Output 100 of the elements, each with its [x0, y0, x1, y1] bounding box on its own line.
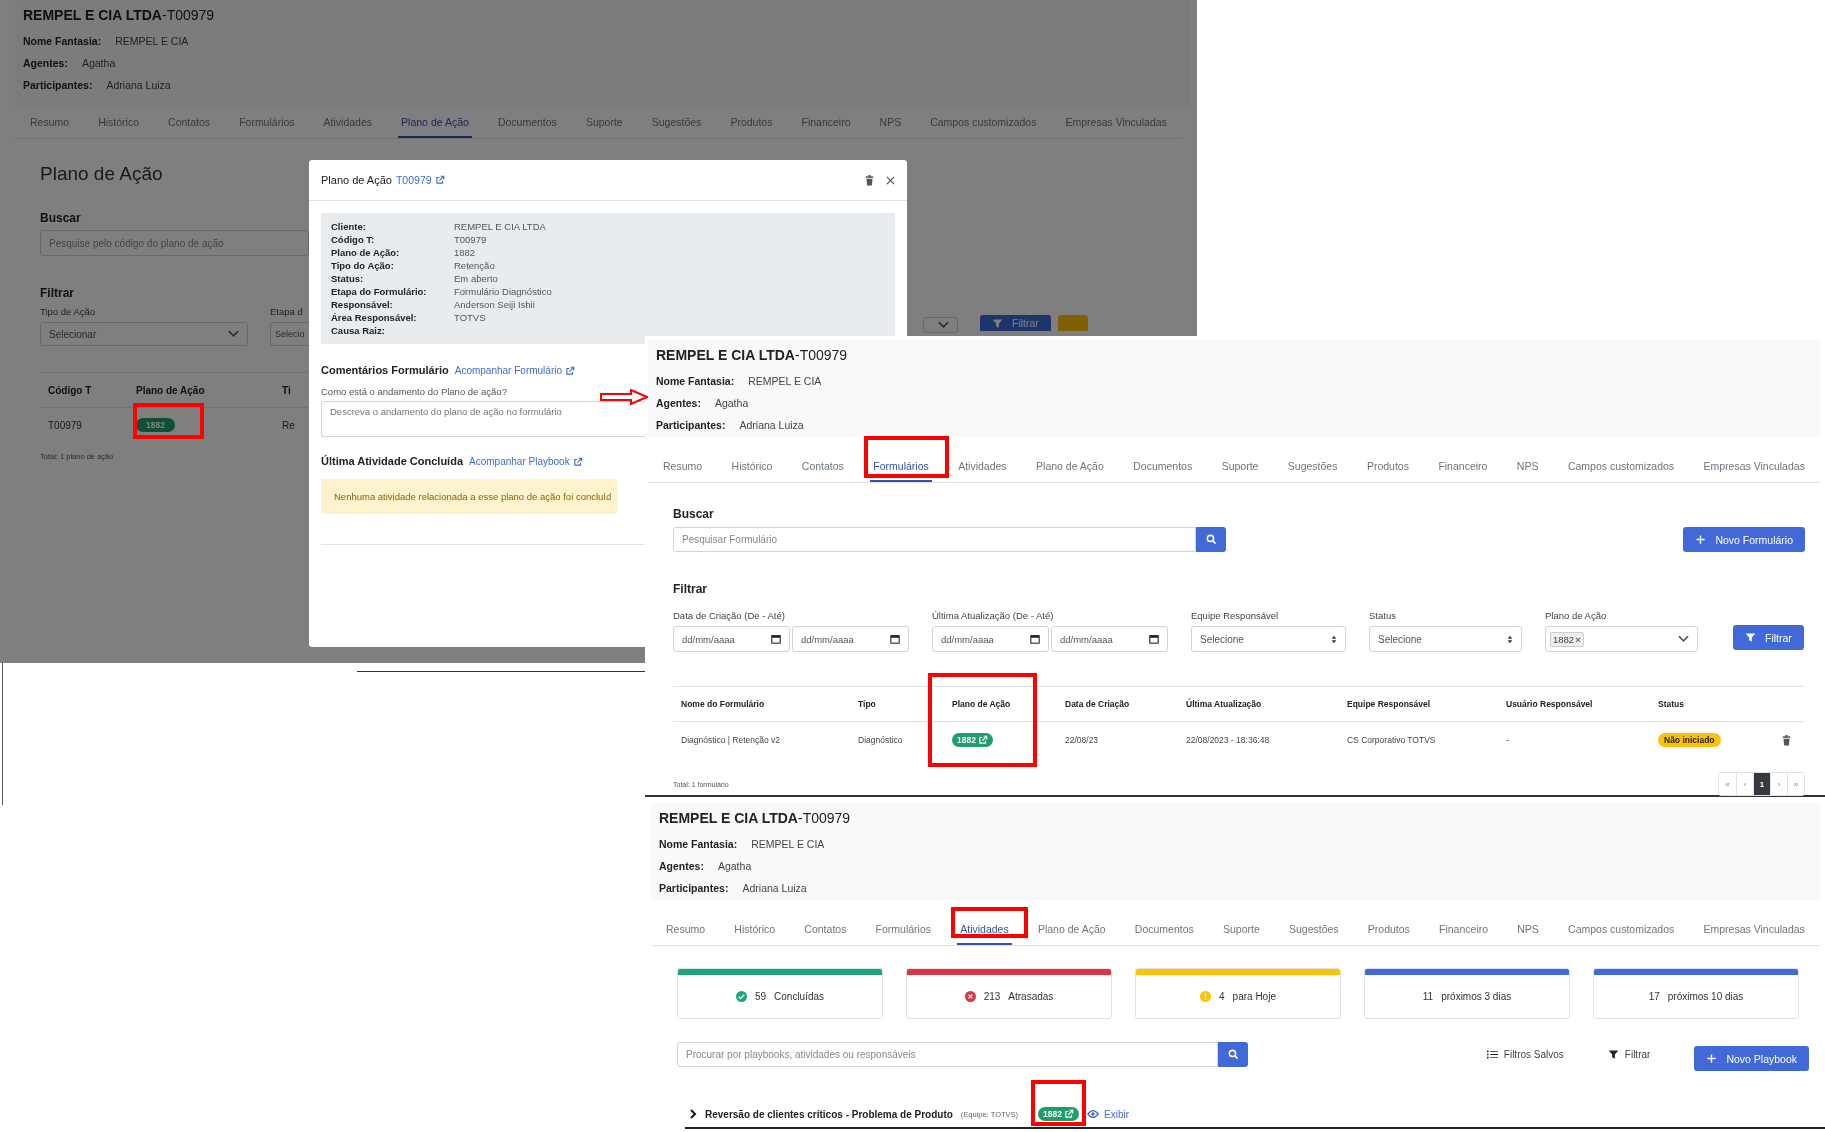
filter-button[interactable]: Filtrar [980, 315, 1051, 331]
table-cell-text: Diagnóstico | Retenção v2 [681, 735, 782, 745]
tab[interactable]: Financeiro [798, 107, 854, 138]
tab[interactable]: Documentos [1130, 451, 1196, 482]
tab[interactable]: Formulários [236, 107, 298, 138]
tab[interactable]: Atividades [955, 451, 1010, 482]
tab[interactable]: NPS [1514, 914, 1542, 945]
select-field[interactable]: 1882× [1545, 626, 1698, 652]
detail-label: Status: [331, 273, 365, 284]
new-playbook-button[interactable]: Novo Playbook [1694, 1046, 1809, 1071]
comment-field[interactable]: Descreva o andamento do plano de ação no formulário [321, 401, 645, 437]
tab[interactable]: Formulários [872, 914, 935, 945]
tab[interactable]: Documentos [1131, 914, 1197, 945]
tab[interactable]: Documentos [494, 107, 560, 138]
tab[interactable]: Resumo [663, 914, 709, 945]
tab[interactable]: Histórico [728, 451, 776, 482]
playbook-title[interactable]: Reversão de clientes críticos - Problema de Produto [705, 1108, 953, 1120]
column-header: Plano de Ação [952, 699, 1012, 709]
tab[interactable]: Empresas Vinculadas [1700, 451, 1808, 482]
plan-badge[interactable]: 1882 [1038, 1107, 1080, 1121]
table-cell-text: Diagnóstico [858, 735, 904, 745]
plan-badge[interactable]: 1882 [952, 733, 993, 747]
new-form-button[interactable]: Novo Formulário [1683, 527, 1805, 552]
column-header: Código T [48, 384, 93, 396]
select-field[interactable] [923, 317, 958, 333]
code-link[interactable]: T00979 [395, 174, 445, 186]
tab[interactable]: NPS [876, 107, 905, 138]
summary-card[interactable]: 17 próximos 10 dias [1593, 968, 1799, 1019]
filter-button[interactable]: Filtrar [1733, 625, 1804, 650]
field-label: Nome Fantasia: [656, 375, 735, 387]
date-field[interactable]: dd/mm/aaaa [792, 626, 909, 652]
summary-card[interactable]: 4 para Hoje [1135, 968, 1341, 1019]
card-label: Atrasadas [1008, 991, 1054, 1002]
summary-card[interactable]: 213 Atrasadas [906, 968, 1112, 1019]
tab[interactable]: Campos customizados [1565, 914, 1678, 945]
tab[interactable]: Resumo [660, 451, 706, 482]
saved-filters-button[interactable]: Filtros Salvos [1486, 1049, 1564, 1060]
view-link[interactable]: Exibir [1087, 1108, 1130, 1120]
tab[interactable]: Contatos [165, 107, 214, 138]
card-label: próximos 10 dias [1667, 991, 1744, 1002]
trash-icon[interactable] [1782, 734, 1791, 746]
detail-label: Plano de Ação: [331, 247, 401, 258]
calendar-icon [1030, 634, 1040, 644]
select-field[interactable]: Selecio [270, 322, 309, 346]
info-alert: Nenhuma atividade relacionada a esse plano de ação foi concluíd [321, 479, 617, 514]
close-icon[interactable] [886, 175, 895, 185]
tab[interactable]: Campos customizados [927, 107, 1040, 138]
field-value: Agatha [81, 57, 116, 69]
summary-card[interactable]: 11 próximos 3 dias [1364, 968, 1570, 1019]
filter-tag[interactable]: 1882× [1550, 631, 1584, 647]
form-link[interactable]: Acompanhar Formulário [454, 365, 575, 376]
search-field[interactable]: Procurar por playbooks, atividades ou responsáveis [677, 1042, 1218, 1067]
detail-label: Responsável: [331, 299, 394, 310]
tab[interactable]: Campos customizados [1564, 451, 1678, 482]
external-link-icon [434, 175, 445, 185]
tab[interactable]: Produtos [727, 107, 776, 138]
search-field[interactable]: Pesquisar Formulário [673, 527, 1196, 552]
tab[interactable]: Atividades [957, 914, 1012, 945]
search-button[interactable] [1218, 1042, 1248, 1067]
tab[interactable]: Empresas Vinculadas [1062, 107, 1170, 138]
trash-icon[interactable] [865, 174, 874, 186]
tab[interactable]: Plano de Ação [398, 107, 472, 138]
tab[interactable]: Suporte [1218, 451, 1262, 482]
tab[interactable]: Plano de Ação [1033, 451, 1107, 482]
tab[interactable]: Sugestões [1284, 451, 1341, 482]
select-field[interactable]: Selecionar [40, 322, 248, 346]
date-field[interactable]: dd/mm/aaaa [1051, 626, 1168, 652]
tab[interactable]: Resumo [27, 107, 73, 138]
page-button[interactable]: 1 [1753, 773, 1770, 795]
x-circle-icon [964, 991, 976, 1002]
tab[interactable]: Contatos [801, 914, 850, 945]
tab[interactable]: Plano de Ação [1034, 914, 1109, 945]
filter-label: Filtrar [40, 286, 74, 300]
tab[interactable]: Produtos [1364, 914, 1413, 945]
search-button[interactable] [1196, 527, 1226, 552]
tab[interactable]: NPS [1513, 451, 1542, 482]
select-field[interactable]: Selecione [1191, 626, 1346, 652]
tab[interactable]: Empresas Vinculadas [1700, 914, 1808, 945]
page-button[interactable]: » [1787, 773, 1804, 795]
tab[interactable]: Suporte [1220, 914, 1263, 945]
tab[interactable]: Produtos [1363, 451, 1412, 482]
tab[interactable]: Histórico [95, 107, 142, 138]
search-icon [1227, 1049, 1239, 1060]
select-field[interactable]: Selecione [1369, 626, 1522, 652]
date-field[interactable]: dd/mm/aaaa [673, 626, 790, 652]
summary-card[interactable]: 59 Concluídas [677, 968, 883, 1019]
tab[interactable]: Suporte [582, 107, 626, 138]
tab[interactable]: Financeiro [1435, 451, 1491, 482]
playbook-link[interactable]: Acompanhar Playbook [469, 456, 583, 467]
chevron-right-icon[interactable] [689, 1109, 697, 1119]
funnel-icon [1745, 632, 1756, 643]
date-field[interactable]: dd/mm/aaaa [932, 626, 1049, 652]
tab[interactable]: Contatos [798, 451, 847, 482]
tab[interactable]: Sugestões [648, 107, 705, 138]
tab[interactable]: Financeiro [1436, 914, 1492, 945]
tab[interactable]: Formulários [870, 451, 932, 482]
tab[interactable]: Atividades [320, 107, 376, 138]
filter-button[interactable]: Filtrar [1607, 1049, 1651, 1060]
tab[interactable]: Sugestões [1285, 914, 1342, 945]
tab[interactable]: Histórico [731, 914, 779, 945]
